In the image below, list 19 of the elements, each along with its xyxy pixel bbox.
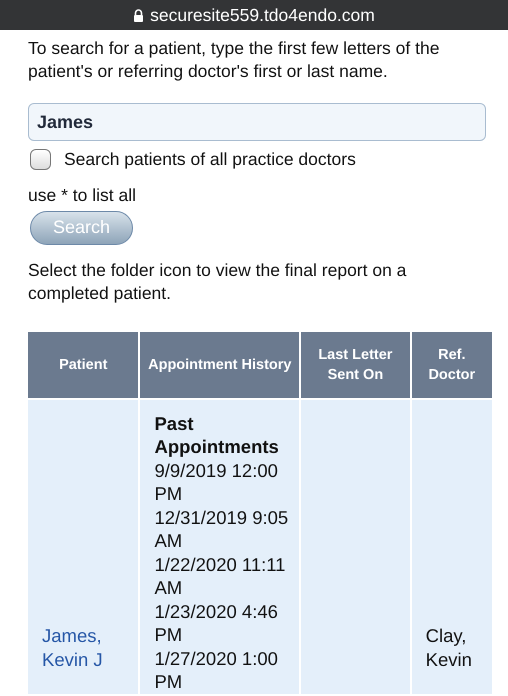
checkbox[interactable]: [30, 148, 51, 170]
ref-doctor-text: Clay, Kevin: [426, 624, 473, 672]
appointment-text: 1/22/2020 11:11 AM: [154, 552, 286, 600]
column-header: Last Letter Sent On: [301, 332, 410, 398]
patient-link[interactable]: James, Kevin J: [42, 624, 132, 672]
column-header: Appointment History: [140, 332, 300, 398]
appointment-text: 9/9/2019 12:00 PM: [154, 458, 279, 506]
search-field[interactable]: James: [28, 103, 486, 141]
appointment-text: 12/31/2019 9:05 AM: [154, 506, 290, 552]
column-header: Patient: [28, 332, 138, 398]
intro-text: To search for a patient, type the first few letters of the patient's or referring doctor's first or last name.: [28, 37, 440, 83]
instructions-text: Select the folder icon to view the final report on a completed patient.: [28, 258, 408, 304]
hint-text: use * to list all: [28, 184, 137, 208]
lock-icon: [133, 8, 144, 22]
appointment-text: 1/27/2020 1:00 PM: [154, 646, 279, 694]
column-header: Ref. Doctor: [412, 332, 492, 398]
appointment-text: 1/23/2020 4:46 PM: [154, 600, 279, 646]
checkbox-label[interactable]: Search patients of all practice doctors: [64, 146, 356, 172]
history-heading: Past Appointments: [154, 412, 280, 458]
